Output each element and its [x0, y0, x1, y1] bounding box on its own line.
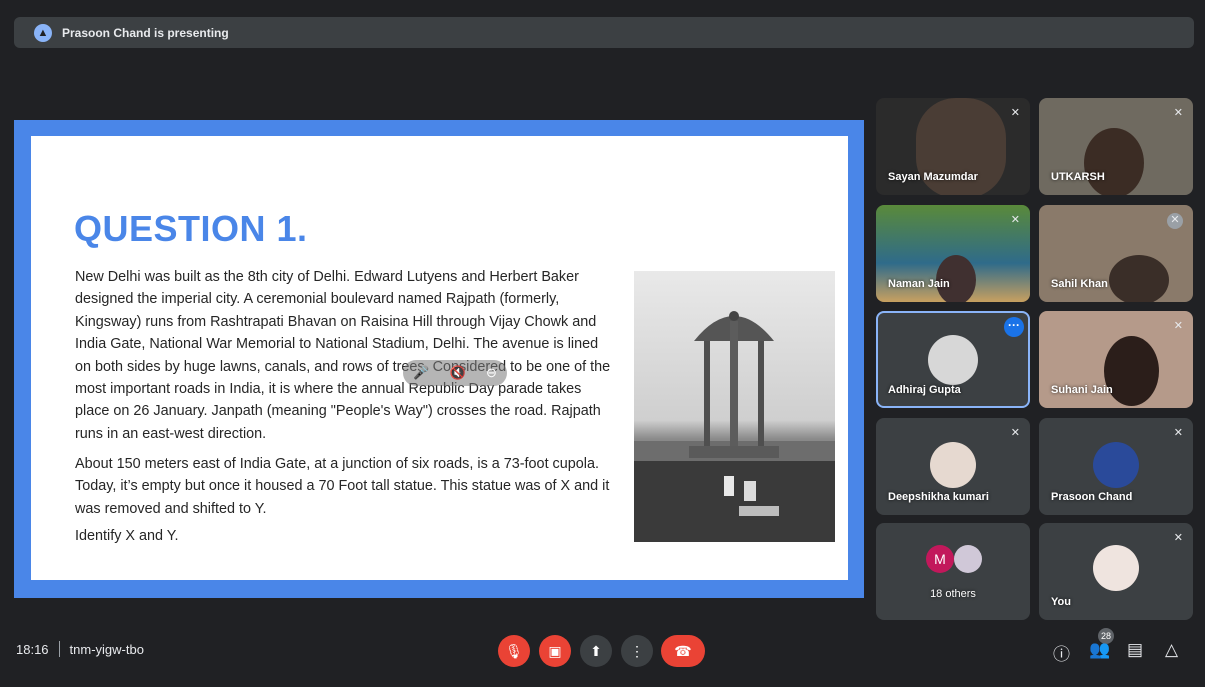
chat-icon[interactable]: ▤ — [1127, 640, 1143, 660]
participant-name: You — [1051, 596, 1071, 608]
participant-tile[interactable]: ✕ Sayan Mazumdar — [876, 98, 1030, 195]
mic-off-icon: ✕ — [1173, 427, 1183, 439]
avatar — [1093, 545, 1139, 591]
tile-overlay-controls: 🎤 🔇 ⊖ — [403, 360, 507, 386]
participant-name: Suhani Jain — [1051, 384, 1113, 396]
presenter-banner: ▲ Prasoon Chand is presenting — [14, 17, 1194, 48]
mic-off-icon: 🎙 — [505, 642, 523, 659]
meeting-code: tnm-yigw-tbo — [69, 641, 144, 657]
participant-name: Sahil Khan — [1051, 278, 1108, 290]
camera-toggle-button[interactable]: ▣ — [539, 635, 571, 667]
meeting-info: 18:16 tnm-yigw-tbo — [16, 641, 144, 657]
people-icon[interactable]: 👥 — [1089, 640, 1110, 660]
avatar — [928, 335, 978, 385]
participant-tile[interactable]: ✕ Deepshikha kumari — [876, 418, 1030, 515]
participant-name: Naman Jain — [888, 278, 950, 290]
info-icon[interactable]: ⓘ — [1053, 640, 1070, 665]
slide-paragraph: New Delhi was built as the 8th city of D… — [75, 269, 611, 442]
activities-icon[interactable]: △ — [1165, 640, 1178, 660]
presentation-frame: QUESTION 1. New Delhi was built as the 8… — [14, 120, 864, 598]
participant-name: UTKARSH — [1051, 171, 1105, 183]
video-feed — [1109, 255, 1169, 302]
mic-off-icon: ✕ — [1010, 427, 1020, 439]
end-call-button[interactable]: ☎ — [661, 635, 705, 667]
end-call-icon: ☎ — [674, 642, 692, 659]
participant-tile[interactable]: ✕ Naman Jain — [876, 205, 1030, 302]
remove-icon[interactable]: ⊖ — [486, 365, 497, 381]
slide-paragraph: Identify X and Y. — [75, 528, 179, 544]
volume-off-icon[interactable]: 🔇 — [450, 365, 466, 381]
mic-off-icon: ✕ — [1167, 213, 1183, 229]
mic-off-icon: ✕ — [1173, 320, 1183, 332]
avatar — [930, 442, 976, 488]
avatar — [1093, 442, 1139, 488]
participant-name: Prasoon Chand — [1051, 491, 1133, 503]
mic-off-icon[interactable]: 🎤 — [413, 365, 429, 381]
avatar: M — [926, 545, 954, 573]
mic-off-icon: ✕ — [1173, 107, 1183, 119]
presenter-avatar-icon: ▲ — [34, 23, 52, 42]
more-vert-icon: ⋮ — [630, 642, 644, 659]
participant-tile[interactable]: ✕ Sahil Khan — [1039, 205, 1193, 302]
present-screen-icon: ⬆ — [590, 642, 602, 659]
present-button[interactable]: ⬆ — [580, 635, 612, 667]
participant-tile[interactable]: ··· Adhiraj Gupta — [876, 311, 1030, 408]
meeting-time: 18:16 — [16, 641, 49, 657]
participant-name: Adhiraj Gupta — [888, 384, 961, 396]
avatar — [954, 545, 982, 573]
slide-paragraph: About 150 meters east of India Gate, at … — [75, 456, 610, 517]
canopy-photo — [634, 271, 835, 542]
camera-off-icon: ▣ — [548, 642, 562, 659]
mic-off-icon: ✕ — [1173, 532, 1183, 544]
participant-name: Sayan Mazumdar — [888, 171, 978, 183]
presenter-text: Prasoon Chand is presenting — [62, 25, 229, 40]
others-count: 18 others — [930, 588, 976, 600]
others-tile[interactable]: M 18 others — [876, 523, 1030, 620]
presentation-slide: QUESTION 1. New Delhi was built as the 8… — [31, 136, 848, 580]
participant-tile[interactable]: ✕ Suhani Jain — [1039, 311, 1193, 408]
video-feed — [1084, 128, 1144, 195]
more-options-button[interactable]: ⋮ — [621, 635, 653, 667]
participant-name: Deepshikha kumari — [888, 491, 989, 503]
mic-off-icon: ✕ — [1010, 107, 1020, 119]
self-tile[interactable]: ✕ You — [1039, 523, 1193, 620]
participant-tile[interactable]: ✕ UTKARSH — [1039, 98, 1193, 195]
slide-title: QUESTION 1. — [74, 208, 308, 249]
mic-off-icon: ✕ — [1010, 214, 1020, 226]
divider — [58, 641, 60, 657]
participant-tile[interactable]: ✕ Prasoon Chand — [1039, 418, 1193, 515]
more-options-icon[interactable]: ··· — [1004, 317, 1024, 337]
mic-toggle-button[interactable]: 🎙 — [498, 635, 530, 667]
